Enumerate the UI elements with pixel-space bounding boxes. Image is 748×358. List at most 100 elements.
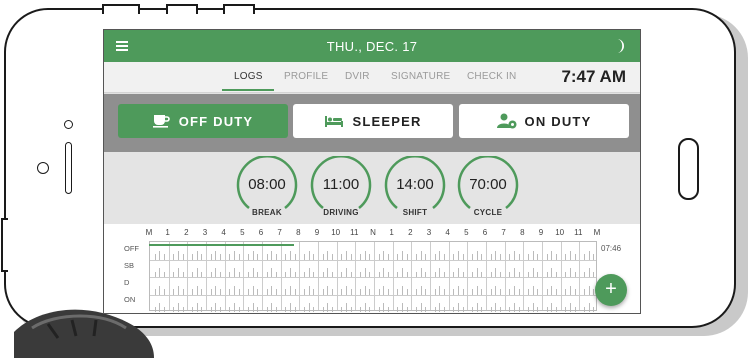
hour-label: 5 [240,228,245,237]
grid-hour-line [486,242,487,310]
app-screen: THU., DEC. 17 LOGS PROFILE DVIR SIGNATUR… [103,29,641,314]
grid-row-line [150,259,596,261]
hour-label: 1 [165,228,170,237]
grid-hour-line [168,242,170,310]
tab-logs[interactable]: LOGS [234,71,263,82]
grid-tick [257,254,259,260]
grid-hour-line [523,242,525,310]
grid-tick [178,303,179,312]
add-button[interactable]: + [595,274,627,306]
grid-tick [159,268,161,277]
grid-tick [215,250,217,260]
timer-value: 14:00 [396,176,434,193]
grid-tick [425,254,427,260]
hour-label: 7 [277,228,282,237]
grid-tick [332,289,333,295]
sleeper-label: SLEEPER [352,113,422,129]
grid-hour-line [374,242,375,310]
hours-timers: 08:00 BREAK 11:00 DRIVING 14:00 SHIFT 70… [104,152,640,224]
grid-tick [308,285,310,295]
grid-tick [518,254,520,260]
grid-tick [528,271,529,277]
grid-tick [397,254,399,260]
tab-dvir[interactable]: DVIR [345,71,370,82]
grid-tick [551,268,553,277]
grid-tick [215,268,217,277]
on-duty-button[interactable]: ON DUTY [459,104,629,138]
grid-tick [173,306,175,312]
grid-tick [570,250,571,260]
grid-tick [201,254,203,260]
grid-tick [271,285,273,295]
grid-tick [490,289,492,295]
grid-tick [565,306,567,312]
grid-tick [369,271,371,277]
grid-tick [444,254,445,260]
menu-icon[interactable] [116,41,128,51]
grid-tick [565,254,567,260]
home-button[interactable] [678,138,699,200]
grid-tick [481,254,483,260]
off-duty-button[interactable]: OFF DUTY [118,104,288,138]
grid-tick [528,254,529,260]
grid-tick [178,285,179,295]
grid-tick [364,285,366,295]
grid-tick [537,254,539,260]
grid-tick [584,289,585,295]
grid-tick [229,306,231,312]
driving-timer: 11:00 DRIVING [309,156,373,220]
grid-tick [416,289,417,295]
grid-tick [593,254,595,260]
grid-tick [518,289,520,295]
grid-tick [574,254,576,260]
tab-signature[interactable]: SIGNATURE [391,71,450,82]
grid-tick [476,250,478,260]
grid-tick [490,306,492,312]
grid-hour-line [504,242,506,310]
grid-tick [458,268,459,277]
grid-hour-line [187,242,189,310]
grid-tick [402,285,403,295]
sleeper-button[interactable]: SLEEPER [293,104,453,138]
grid-tick [182,306,184,312]
grid-hour-line [299,242,301,310]
grid-tick [383,303,385,312]
grid-tick [528,289,529,295]
grid-tick [192,306,193,312]
grid-tick [322,271,324,277]
tab-profile[interactable]: PROFILE [284,71,328,82]
grid-tick [257,289,259,295]
grid-hour-line [206,242,207,310]
grid-tick [201,271,203,277]
hour-label: 9 [538,228,544,237]
off-duty-line [149,244,294,246]
grid-tick [178,268,179,277]
top-bar: THU., DEC. 17 [104,30,640,62]
grid-hour-line [411,242,413,310]
grid-tick [164,254,165,260]
moon-icon[interactable] [612,38,626,54]
row-label-on: ON [124,295,136,304]
grid-tick [420,250,422,260]
grid-tick [271,250,273,260]
tab-check-in[interactable]: CHECK IN [467,71,516,82]
grid-tick [416,271,417,277]
grid-tick [346,303,347,312]
grid-tick [462,254,464,260]
row-label-d: D [124,278,130,287]
grid-tick [266,306,268,312]
grid-tick [341,254,343,260]
grid-tick [509,254,511,260]
phone-top-button [102,4,140,14]
grid-tick [439,268,441,277]
row-label-sb: SB [124,261,135,270]
grid-tick [327,268,329,277]
grid-tick [294,306,296,312]
grid-tick [304,306,305,312]
grid-tick [304,289,305,295]
grid-tick [500,254,501,260]
hour-label: 6 [482,228,488,237]
grid-tick [444,271,445,277]
hour-label: 11 [350,228,359,237]
grid-tick [257,271,259,277]
